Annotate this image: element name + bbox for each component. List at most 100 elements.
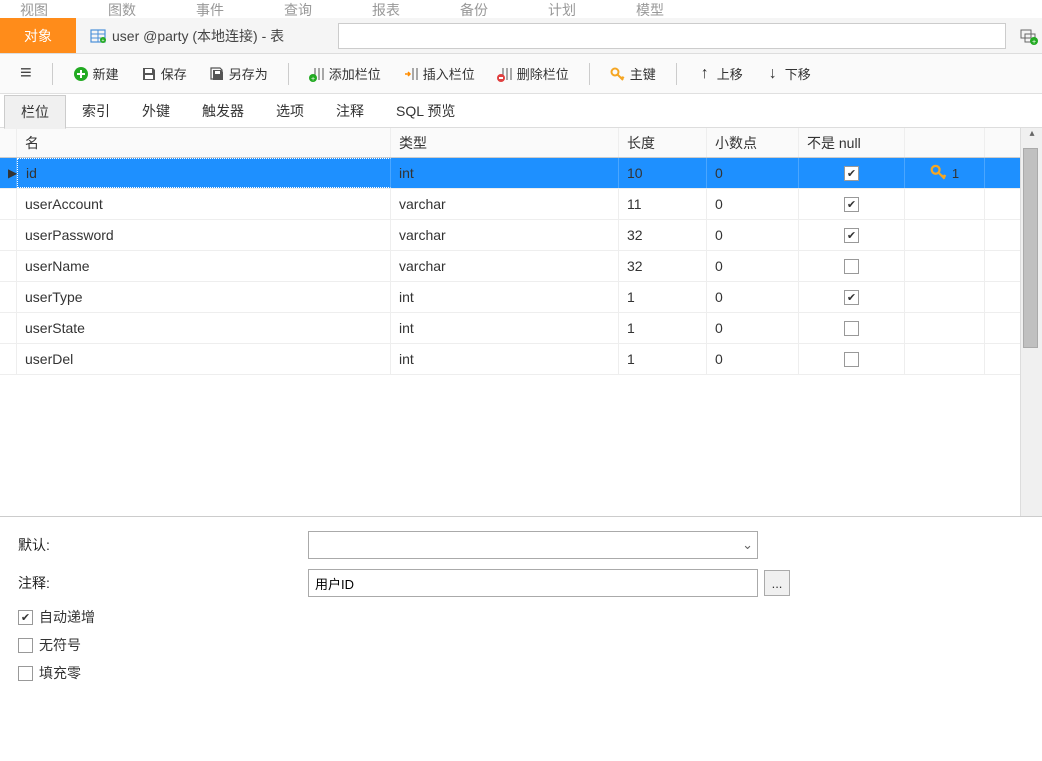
menu-data[interactable]: 图数 (108, 0, 136, 18)
cell-key[interactable] (905, 251, 985, 281)
cell-decimal[interactable]: 0 (707, 251, 799, 281)
table-row[interactable]: userAccountvarchar110 (0, 189, 1020, 220)
search-input[interactable] (338, 23, 1006, 49)
cell-notnull[interactable] (799, 220, 905, 250)
cell-name[interactable]: userDel (17, 344, 391, 374)
menu-view[interactable]: 视图 (20, 0, 48, 18)
table-row[interactable]: userStateint10 (0, 313, 1020, 344)
cell-decimal[interactable]: 0 (707, 220, 799, 250)
menu-plan[interactable]: 计划 (548, 0, 576, 18)
tab-triggers[interactable]: 触发器 (186, 95, 260, 127)
table-row[interactable]: userPasswordvarchar320 (0, 220, 1020, 251)
auto-increment-checkbox[interactable]: 自动递增 (18, 607, 1024, 627)
menu-query[interactable]: 查询 (284, 0, 312, 18)
primary-key-button[interactable]: 主键 (604, 61, 662, 86)
cell-length[interactable]: 32 (619, 220, 707, 250)
tab-indexes[interactable]: 索引 (66, 95, 126, 127)
col-notnull-header[interactable]: 不是 null (799, 128, 905, 157)
cell-length[interactable]: 32 (619, 251, 707, 281)
cell-type[interactable]: varchar (391, 189, 619, 219)
tab-options[interactable]: 选项 (260, 95, 320, 127)
col-name-header[interactable]: 名 (17, 128, 391, 157)
cell-key[interactable] (905, 344, 985, 374)
tab-fields[interactable]: 栏位 (4, 95, 66, 129)
checkbox-icon (844, 228, 859, 243)
move-down-button[interactable]: ↓ 下移 (759, 61, 817, 86)
tab-user-table[interactable]: + user @party (本地连接) - 表 (76, 18, 298, 53)
default-select[interactable]: ⌄ (308, 531, 758, 559)
cell-name[interactable]: userPassword (17, 220, 391, 250)
cell-type[interactable]: int (391, 158, 619, 188)
cell-length[interactable]: 10 (619, 158, 707, 188)
cell-key[interactable]: 1 (905, 158, 985, 188)
scroll-thumb[interactable] (1023, 148, 1038, 348)
new-connection-icon[interactable]: + (1016, 26, 1042, 46)
cell-name[interactable]: userType (17, 282, 391, 312)
grid-header: 名 类型 长度 小数点 不是 null (0, 128, 1020, 158)
cell-notnull[interactable] (799, 158, 905, 188)
cell-type[interactable]: int (391, 313, 619, 343)
cell-key[interactable] (905, 313, 985, 343)
cell-notnull[interactable] (799, 189, 905, 219)
move-up-button[interactable]: ↑ 上移 (691, 61, 749, 86)
cell-decimal[interactable]: 0 (707, 313, 799, 343)
scroll-up-icon[interactable]: ▴ (1021, 128, 1042, 148)
cell-name[interactable]: id (17, 158, 391, 188)
cell-decimal[interactable]: 0 (707, 189, 799, 219)
cell-key[interactable] (905, 189, 985, 219)
vertical-scrollbar[interactable]: ▴ (1020, 128, 1042, 516)
tab-sql-preview[interactable]: SQL 预览 (380, 95, 471, 127)
hamburger-menu-icon[interactable]: ≡ (14, 62, 38, 85)
delete-field-button[interactable]: 删除栏位 (491, 61, 575, 86)
cell-decimal[interactable]: 0 (707, 158, 799, 188)
cell-notnull[interactable] (799, 282, 905, 312)
cell-length[interactable]: 1 (619, 282, 707, 312)
cell-notnull[interactable] (799, 313, 905, 343)
tab-object[interactable]: 对象 (0, 18, 76, 53)
tab-comments[interactable]: 注释 (320, 95, 380, 127)
new-button[interactable]: 新建 (67, 61, 125, 86)
cell-length[interactable]: 11 (619, 189, 707, 219)
table-row[interactable]: ▶idint1001 (0, 158, 1020, 189)
menu-report[interactable]: 报表 (372, 0, 400, 18)
cell-name[interactable]: userAccount (17, 189, 391, 219)
comment-input[interactable] (308, 569, 758, 597)
comment-more-button[interactable]: ... (764, 570, 790, 596)
table-row[interactable]: userDelint10 (0, 344, 1020, 375)
add-field-button[interactable]: + 添加栏位 (303, 61, 387, 86)
menu-event[interactable]: 事件 (196, 0, 224, 18)
cell-notnull[interactable] (799, 344, 905, 374)
cell-length[interactable]: 1 (619, 344, 707, 374)
cell-decimal[interactable]: 0 (707, 344, 799, 374)
table-row[interactable]: userTypeint10 (0, 282, 1020, 313)
cell-key[interactable] (905, 220, 985, 250)
primary-key-label: 主键 (630, 64, 656, 83)
menu-model[interactable]: 模型 (636, 0, 664, 18)
fields-grid[interactable]: 名 类型 长度 小数点 不是 null ▶idint1001userAccoun… (0, 128, 1020, 516)
save-as-button[interactable]: 另存为 (203, 61, 274, 86)
cell-notnull[interactable] (799, 251, 905, 281)
save-button[interactable]: 保存 (135, 61, 193, 86)
svg-text:+: + (311, 76, 315, 82)
sub-tabs: 栏位 索引 外键 触发器 选项 注释 SQL 预览 (0, 94, 1042, 128)
tab-foreign-keys[interactable]: 外键 (126, 95, 186, 127)
menu-backup[interactable]: 备份 (460, 0, 488, 18)
zerofill-checkbox[interactable]: 填充零 (18, 663, 1024, 683)
cell-type[interactable]: int (391, 344, 619, 374)
cell-name[interactable]: userState (17, 313, 391, 343)
insert-field-button[interactable]: 插入栏位 (397, 61, 481, 86)
col-decimal-header[interactable]: 小数点 (707, 128, 799, 157)
cell-decimal[interactable]: 0 (707, 282, 799, 312)
col-length-header[interactable]: 长度 (619, 128, 707, 157)
cell-name[interactable]: userName (17, 251, 391, 281)
unsigned-checkbox[interactable]: 无符号 (18, 635, 1024, 655)
cell-type[interactable]: varchar (391, 251, 619, 281)
row-indicator (0, 344, 17, 374)
zerofill-label: 填充零 (39, 663, 81, 683)
cell-key[interactable] (905, 282, 985, 312)
cell-type[interactable]: int (391, 282, 619, 312)
col-type-header[interactable]: 类型 (391, 128, 619, 157)
table-row[interactable]: userNamevarchar320 (0, 251, 1020, 282)
cell-length[interactable]: 1 (619, 313, 707, 343)
cell-type[interactable]: varchar (391, 220, 619, 250)
